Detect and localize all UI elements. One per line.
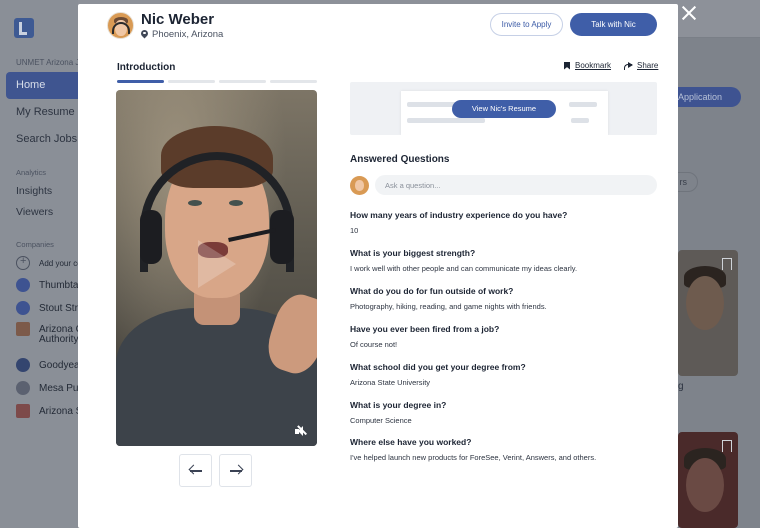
company-item[interactable]: Thumbta [16, 278, 78, 292]
avatar [350, 176, 369, 195]
resume-placeholder-line [569, 102, 597, 107]
qa-item: What is your degree in? Computer Science [350, 400, 657, 425]
company-item[interactable]: Mesa Pu [16, 381, 78, 395]
nav-item-home[interactable]: Home [6, 72, 78, 99]
resume-preview: View Nic's Resume [350, 82, 657, 135]
app-logo-icon [14, 18, 34, 38]
progress-segment-active [117, 80, 164, 83]
plus-icon [16, 255, 30, 270]
view-resume-button[interactable]: View Nic's Resume [452, 100, 556, 118]
add-company-button[interactable]: Add your co [16, 255, 82, 270]
candidate-modal: Nic Weber Phoenix, Arizona Invite to App… [78, 4, 678, 528]
bookmark-link[interactable]: Bookmark [564, 61, 611, 70]
candidate-location: Phoenix, Arizona [141, 29, 223, 40]
company-logo-icon [16, 278, 30, 292]
arrow-left-icon [190, 470, 202, 472]
qa-item: What do you do for fun outside of work? … [350, 286, 657, 311]
company-name: Stout Str [39, 302, 78, 314]
headset-cup [140, 210, 162, 264]
analytics-section-label: Analytics [16, 168, 47, 177]
question-text: What do you do for fun outside of work? [350, 286, 514, 296]
qa-item: How many years of industry experience do… [350, 210, 657, 235]
nav-item-viewers[interactable]: Viewers [16, 206, 53, 218]
answer-text: Computer Science [350, 416, 412, 425]
share-label: Share [637, 61, 659, 70]
nav-item-my-resume[interactable]: My Resume [6, 99, 78, 126]
answer-text: 10 [350, 226, 359, 235]
background-org-label: UNMET Arizona Jo [16, 58, 84, 67]
bookmark-icon[interactable] [722, 258, 732, 270]
background-sidebar: UNMET Arizona Jo Home My Resume Search J… [0, 0, 84, 528]
company-name: Arizona C [39, 323, 83, 335]
answer-text: I work well with other people and can co… [350, 264, 578, 273]
company-item[interactable]: Arizona S [16, 404, 82, 418]
company-name-line2: Authority [39, 334, 79, 345]
qa-item: What is your biggest strength? I work we… [350, 248, 657, 273]
progress-segment [219, 80, 266, 83]
background-nav: Home My Resume Search Jobs [6, 72, 78, 153]
candidate-location-text: Phoenix, Arizona [152, 29, 224, 40]
companies-section-label: Companies [16, 240, 54, 249]
play-icon[interactable] [198, 240, 236, 288]
ask-question-input[interactable] [375, 175, 657, 195]
resume-placeholder-line [407, 118, 485, 123]
answered-questions-title: Answered Questions [350, 154, 450, 165]
company-name: Arizona S [39, 405, 83, 417]
pin-icon [141, 30, 148, 39]
add-company-label: Add your co [39, 258, 82, 268]
qa-item: Have you ever been fired from a job? Of … [350, 324, 657, 349]
bookmark-icon [564, 61, 570, 70]
share-icon [624, 61, 633, 70]
company-logo-icon [16, 322, 30, 336]
company-logo-icon [16, 358, 30, 372]
card-photo-face [686, 276, 724, 330]
qa-item: Where else have you worked? I've helped … [350, 437, 657, 462]
company-logo-icon [16, 404, 30, 418]
qa-item: What school did you get your degree from… [350, 362, 657, 387]
answer-text: Photography, hiking, reading, and game n… [350, 302, 547, 311]
background-candidate-card[interactable] [678, 432, 738, 528]
company-item[interactable]: Goodyea [16, 358, 80, 372]
answer-text: Of course not! [350, 340, 398, 349]
question-text: How many years of industry experience do… [350, 210, 568, 220]
question-text: What is your biggest strength? [350, 248, 476, 258]
answer-text: Arizona State University [350, 378, 431, 387]
company-name: Thumbta [39, 279, 79, 291]
question-text: Have you ever been fired from a job? [350, 324, 500, 334]
progress-segment [168, 80, 215, 83]
question-text: What is your degree in? [350, 400, 447, 410]
company-name: Mesa Pu [39, 382, 79, 394]
answer-text: I've helped launch new products for Fore… [350, 453, 597, 462]
card-photo-face [686, 458, 724, 512]
headset-icon [112, 22, 130, 34]
avatar [107, 12, 134, 39]
background-card-caption: g [678, 381, 684, 392]
next-video-button[interactable] [219, 454, 252, 487]
candidate-name: Nic Weber [141, 11, 215, 28]
company-logo-icon [16, 381, 30, 395]
question-text: What school did you get your degree from… [350, 362, 526, 372]
video-progress-segments [117, 80, 317, 83]
talk-with-candidate-button[interactable]: Talk with Nic [570, 13, 657, 36]
previous-video-button[interactable] [179, 454, 212, 487]
close-icon[interactable] [681, 5, 697, 21]
company-name: Goodyea [39, 359, 80, 371]
company-logo-icon [16, 301, 30, 315]
nav-item-insights[interactable]: Insights [16, 185, 52, 197]
bookmark-icon[interactable] [722, 440, 732, 452]
resume-placeholder-line [571, 118, 589, 123]
share-link[interactable]: Share [624, 61, 658, 70]
modal-header: Nic Weber Phoenix, Arizona Invite to App… [78, 4, 678, 48]
question-text: Where else have you worked? [350, 437, 472, 447]
progress-segment [270, 80, 317, 83]
arrow-right-icon [230, 470, 242, 472]
intro-section-label: Introduction [117, 62, 176, 73]
bookmark-label: Bookmark [575, 61, 612, 70]
nav-item-search-jobs[interactable]: Search Jobs [6, 126, 78, 153]
intro-video-player[interactable] [116, 90, 317, 446]
invite-to-apply-button[interactable]: Invite to Apply [490, 13, 563, 36]
headset-cup [270, 210, 294, 264]
background-candidate-card[interactable] [678, 250, 738, 376]
company-item[interactable]: Stout Str [16, 301, 78, 315]
